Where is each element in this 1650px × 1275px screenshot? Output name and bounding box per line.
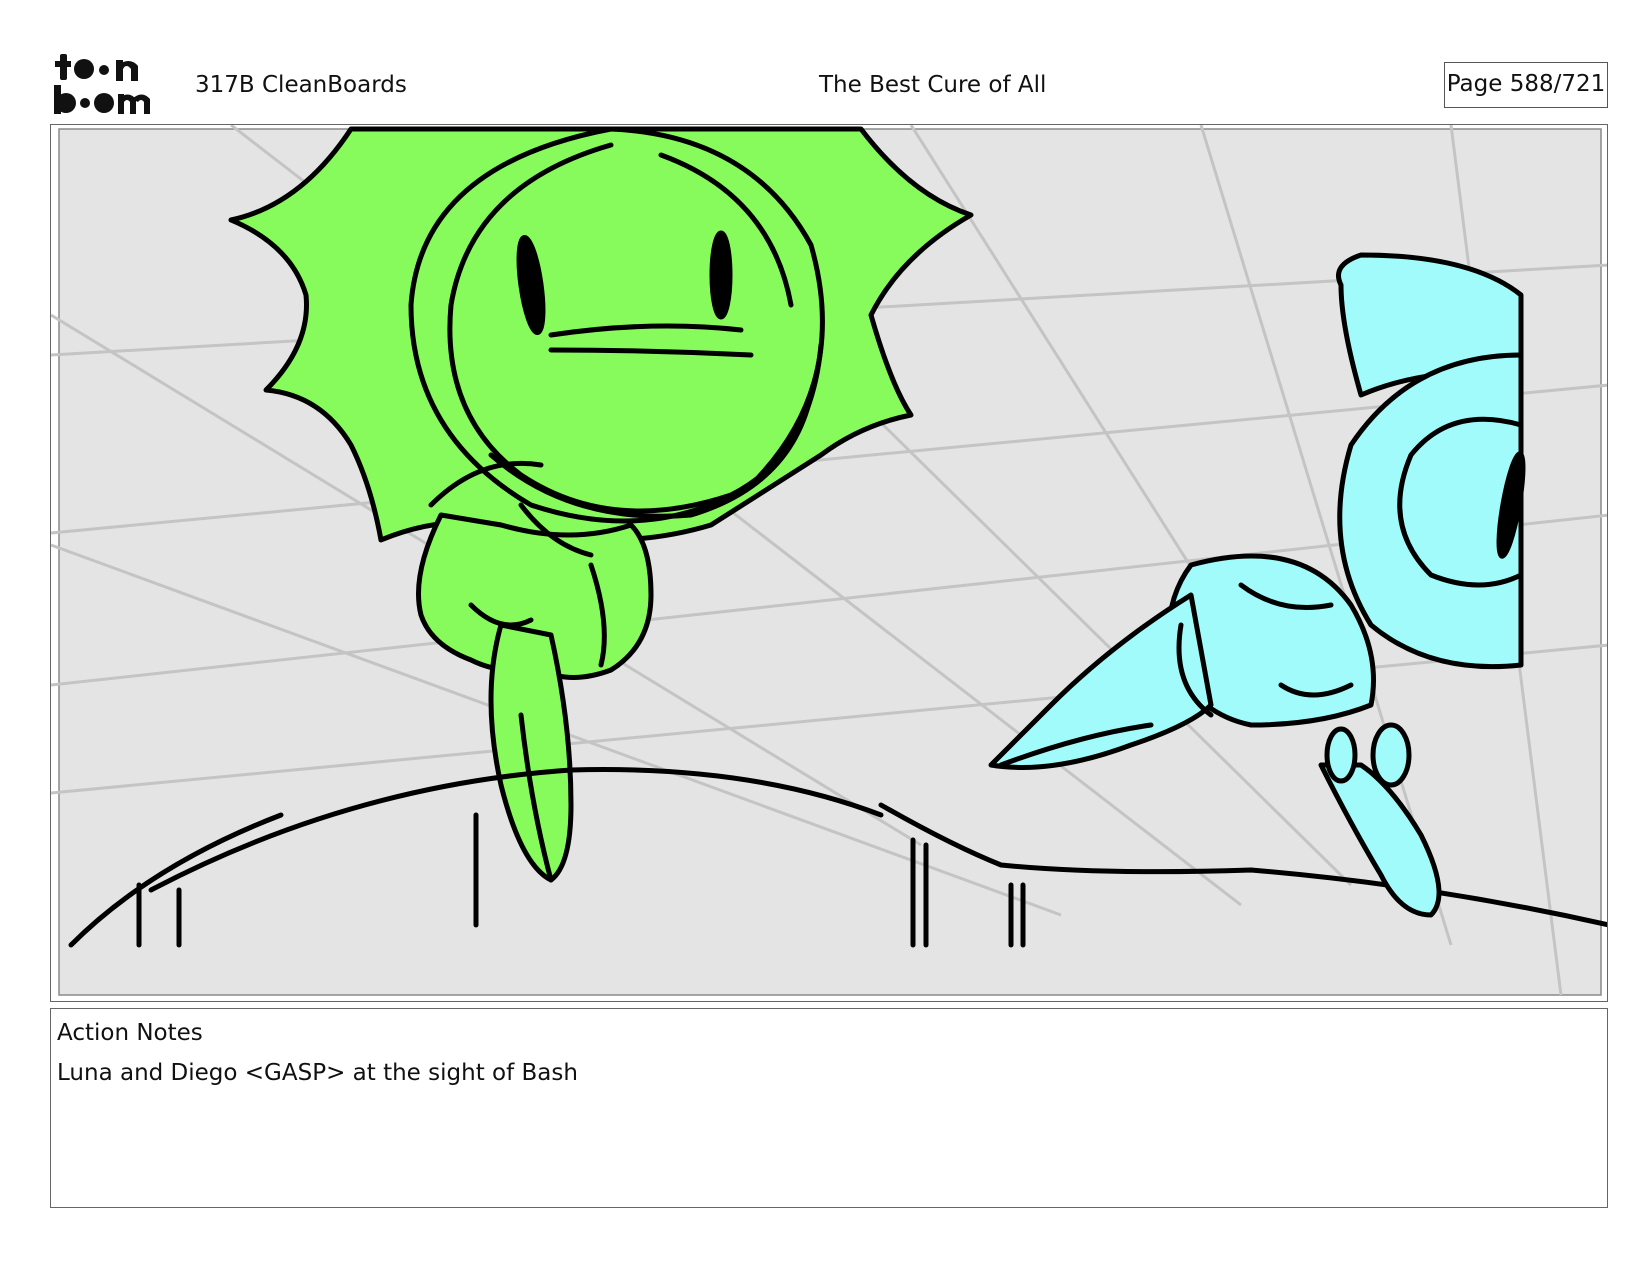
action-notes-text: Luna and Diego <GASP> at the sight of Ba… — [57, 1060, 578, 1086]
document-title: The Best Cure of All — [819, 72, 1047, 98]
episode-label: 317B CleanBoards — [195, 72, 407, 98]
action-notes-box: Action Notes Luna and Diego <GASP> at th… — [50, 1008, 1608, 1208]
action-notes-label: Action Notes — [57, 1020, 203, 1046]
page-number: Page 588/721 — [1444, 62, 1608, 108]
toon-boom-logo: toon — [52, 50, 150, 114]
green-character-head — [408, 126, 825, 524]
panel-drawing — [51, 125, 1607, 996]
storyboard-panel — [50, 124, 1608, 1002]
svg-text:toon: toon — [52, 50, 55, 51]
